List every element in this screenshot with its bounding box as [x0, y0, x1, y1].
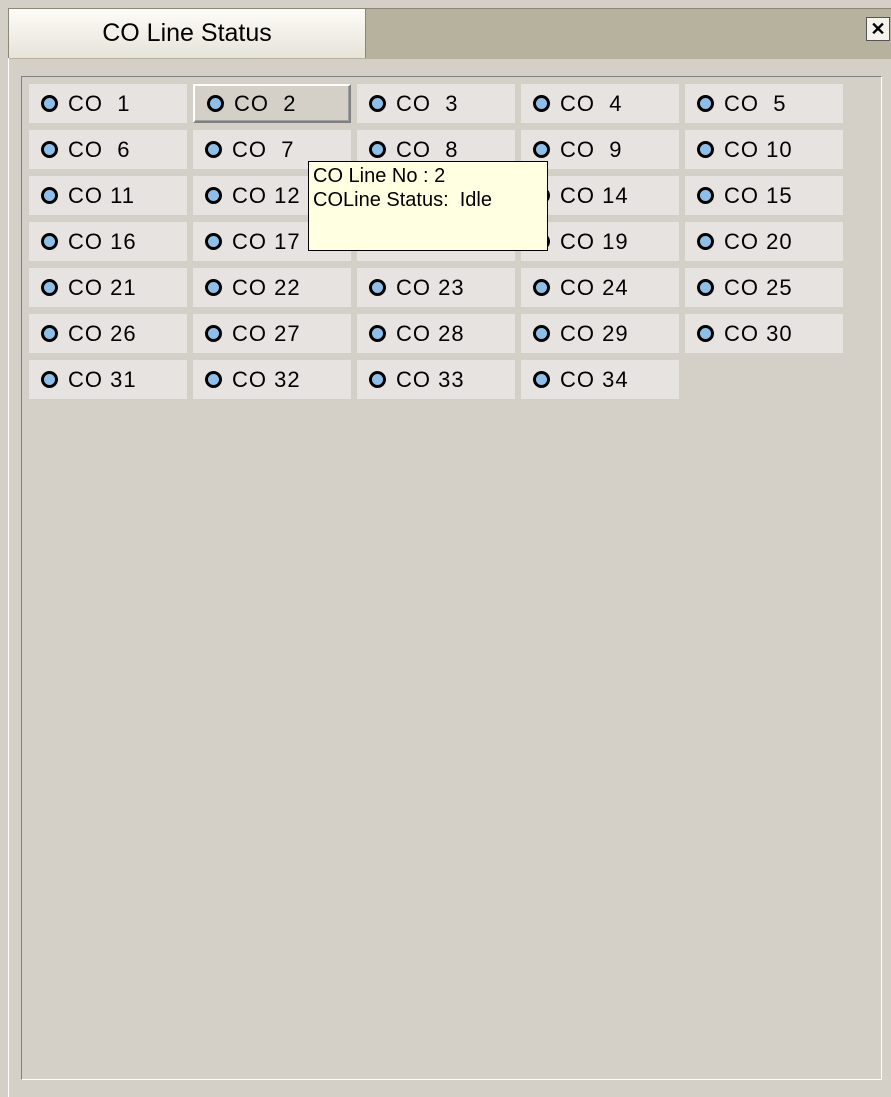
status-led-icon	[533, 141, 550, 158]
co-line-label: CO 16	[68, 228, 137, 254]
co-line-button[interactable]: CO 11	[29, 176, 187, 215]
status-led-icon	[41, 187, 58, 204]
status-led-icon	[41, 279, 58, 296]
tooltip-line-number: CO Line No : 2	[313, 165, 446, 187]
status-led-icon	[369, 95, 386, 112]
co-line-label: CO 26	[68, 320, 137, 346]
co-line-label: CO 15	[724, 182, 793, 208]
co-line-label: CO 4	[560, 90, 623, 116]
co-line-label: CO 6	[68, 136, 131, 162]
co-line-label: CO 27	[232, 320, 301, 346]
co-line-button[interactable]: CO 26	[29, 314, 187, 353]
co-line-label: CO 11	[68, 182, 135, 208]
co-line-button[interactable]: CO 22	[193, 268, 351, 307]
co-line-label: CO 23	[396, 274, 465, 300]
co-line-label: CO 31	[68, 366, 137, 392]
status-led-icon	[41, 233, 58, 250]
co-line-button[interactable]: CO 29	[521, 314, 679, 353]
co-line-label: CO 32	[232, 366, 301, 392]
co-line-button[interactable]: CO 30	[685, 314, 843, 353]
co-line-button[interactable]: CO 1	[29, 84, 187, 123]
co-line-label: CO 30	[724, 320, 793, 346]
co-line-label: CO 5	[724, 90, 787, 116]
status-led-icon	[697, 187, 714, 204]
co-line-button[interactable]: CO 24	[521, 268, 679, 307]
co-line-label: CO 9	[560, 136, 623, 162]
status-led-icon	[205, 187, 222, 204]
co-line-button[interactable]: CO 6	[29, 130, 187, 169]
status-led-icon	[697, 325, 714, 342]
co-line-label: CO 1	[68, 90, 131, 116]
co-line-button[interactable]: CO 10	[685, 130, 843, 169]
co-line-label: CO 10	[724, 136, 793, 162]
co-line-label: CO 3	[396, 90, 459, 116]
co-line-button[interactable]: CO 31	[29, 360, 187, 399]
co-line-button[interactable]: CO 23	[357, 268, 515, 307]
co-line-tooltip: CO Line No : 2 COLine Status: Idle	[308, 161, 548, 251]
co-line-label: CO 8	[396, 136, 459, 162]
status-led-icon	[41, 371, 58, 388]
co-line-label: CO 2	[234, 90, 297, 116]
status-led-icon	[697, 95, 714, 112]
co-line-button[interactable]: CO 32	[193, 360, 351, 399]
status-led-icon	[533, 371, 550, 388]
status-led-icon	[369, 371, 386, 388]
tab-co-line-status[interactable]: CO Line Status	[8, 8, 366, 58]
status-led-icon	[205, 325, 222, 342]
co-line-label: CO 25	[724, 274, 793, 300]
window-edge	[8, 58, 9, 1097]
tab-label: CO Line Status	[102, 19, 272, 47]
co-line-label: CO 12	[232, 182, 301, 208]
status-led-icon	[41, 325, 58, 342]
co-line-button[interactable]: CO 20	[685, 222, 843, 261]
co-line-label: CO 24	[560, 274, 629, 300]
co-line-label: CO 19	[560, 228, 629, 254]
co-line-button[interactable]: CO 28	[357, 314, 515, 353]
status-led-icon	[697, 141, 714, 158]
status-led-icon	[205, 141, 222, 158]
status-led-icon	[369, 325, 386, 342]
co-line-button[interactable]: CO 34	[521, 360, 679, 399]
co-line-label: CO 21	[68, 274, 137, 300]
status-led-icon	[533, 325, 550, 342]
co-line-button[interactable]: CO 33	[357, 360, 515, 399]
status-led-icon	[697, 279, 714, 296]
co-line-button[interactable]: CO 15	[685, 176, 843, 215]
co-line-button[interactable]: CO 5	[685, 84, 843, 123]
co-line-button[interactable]: CO 2	[193, 84, 351, 123]
co-line-label: CO 20	[724, 228, 793, 254]
co-line-label: CO 17	[232, 228, 301, 254]
co-line-label: CO 14	[560, 182, 629, 208]
status-led-icon	[697, 233, 714, 250]
tooltip-line-status: COLine Status: Idle	[313, 189, 492, 211]
co-line-label: CO 7	[232, 136, 295, 162]
status-led-icon	[533, 279, 550, 296]
co-line-button[interactable]: CO 27	[193, 314, 351, 353]
co-line-label: CO 29	[560, 320, 629, 346]
status-led-icon	[207, 95, 224, 112]
co-line-button[interactable]: CO 16	[29, 222, 187, 261]
status-led-icon	[369, 141, 386, 158]
close-button[interactable]: ✕	[866, 17, 890, 41]
status-led-icon	[205, 233, 222, 250]
status-led-icon	[205, 279, 222, 296]
status-led-icon	[41, 95, 58, 112]
co-line-button[interactable]: CO 3	[357, 84, 515, 123]
co-line-label: CO 33	[396, 366, 465, 392]
co-line-button[interactable]: CO 21	[29, 268, 187, 307]
co-line-label: CO 34	[560, 366, 629, 392]
co-line-button[interactable]: CO 25	[685, 268, 843, 307]
status-led-icon	[369, 279, 386, 296]
co-line-button[interactable]: CO 4	[521, 84, 679, 123]
close-icon: ✕	[870, 19, 886, 39]
co-line-label: CO 22	[232, 274, 301, 300]
status-led-icon	[205, 371, 222, 388]
status-led-icon	[533, 95, 550, 112]
co-line-status-window: CO Line Status ✕ CO 1 CO 2 CO 3 CO 4 CO 5 CO …	[0, 0, 891, 1097]
status-led-icon	[41, 141, 58, 158]
co-line-label: CO 28	[396, 320, 465, 346]
